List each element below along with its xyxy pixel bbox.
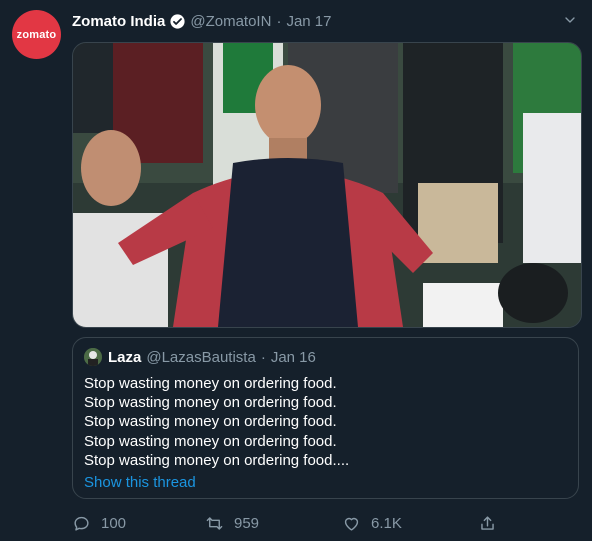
retweet-icon <box>206 517 223 530</box>
like-count: 6.1K <box>371 515 402 532</box>
avatar-logo-text: zomato <box>16 28 57 41</box>
profile-avatar[interactable]: zomato <box>12 10 61 59</box>
quoted-line: Stop wasting money on ordering food.... <box>84 451 350 469</box>
quoted-tweet-header: Laza @LazasBautista · Jan 16 <box>84 348 316 366</box>
retweet-count: 959 <box>234 515 260 532</box>
quoted-avatar <box>84 348 102 366</box>
tweet-actions: 100 959 6.1K <box>72 514 512 538</box>
quoted-line: Stop wasting money on ordering food. <box>84 413 337 431</box>
tweet-media[interactable] <box>72 42 582 328</box>
quoted-line: Stop wasting money on ordering food. <box>84 432 337 450</box>
reply-icon <box>74 516 89 531</box>
tweet-header: Zomato India @ZomatoIN · Jan 17 <box>72 10 578 32</box>
show-thread-link[interactable]: Show this thread <box>84 474 196 491</box>
separator-dot: · <box>276 12 282 30</box>
quoted-handle: @LazasBautista <box>146 348 256 366</box>
heart-icon <box>344 517 359 531</box>
quoted-date: Jan 16 <box>270 348 316 366</box>
tweet-date[interactable]: Jan 17 <box>286 13 331 30</box>
quoted-tweet[interactable]: Laza @LazasBautista · Jan 16 Stop wastin… <box>72 337 579 499</box>
quoted-display-name: Laza <box>108 348 142 366</box>
verified-badge-icon <box>170 13 185 29</box>
like-button[interactable]: 6.1K <box>342 514 402 533</box>
quoted-separator-dot: · <box>260 348 266 366</box>
quoted-tweet-text: Stop wasting money on ordering food. Sto… <box>84 374 349 470</box>
share-icon <box>481 516 494 530</box>
share-button[interactable] <box>478 514 507 533</box>
chevron-down-icon[interactable] <box>562 12 578 28</box>
handle[interactable]: @ZomatoIN <box>190 13 271 30</box>
display-name[interactable]: Zomato India <box>72 13 165 30</box>
reply-count: 100 <box>101 515 127 532</box>
photo-illustration <box>73 43 581 327</box>
reply-button[interactable]: 100 <box>72 514 126 533</box>
quoted-line: Stop wasting money on ordering food. <box>84 394 337 412</box>
retweet-button[interactable]: 959 <box>205 514 259 533</box>
quoted-line: Stop wasting money on ordering food. <box>84 375 337 392</box>
